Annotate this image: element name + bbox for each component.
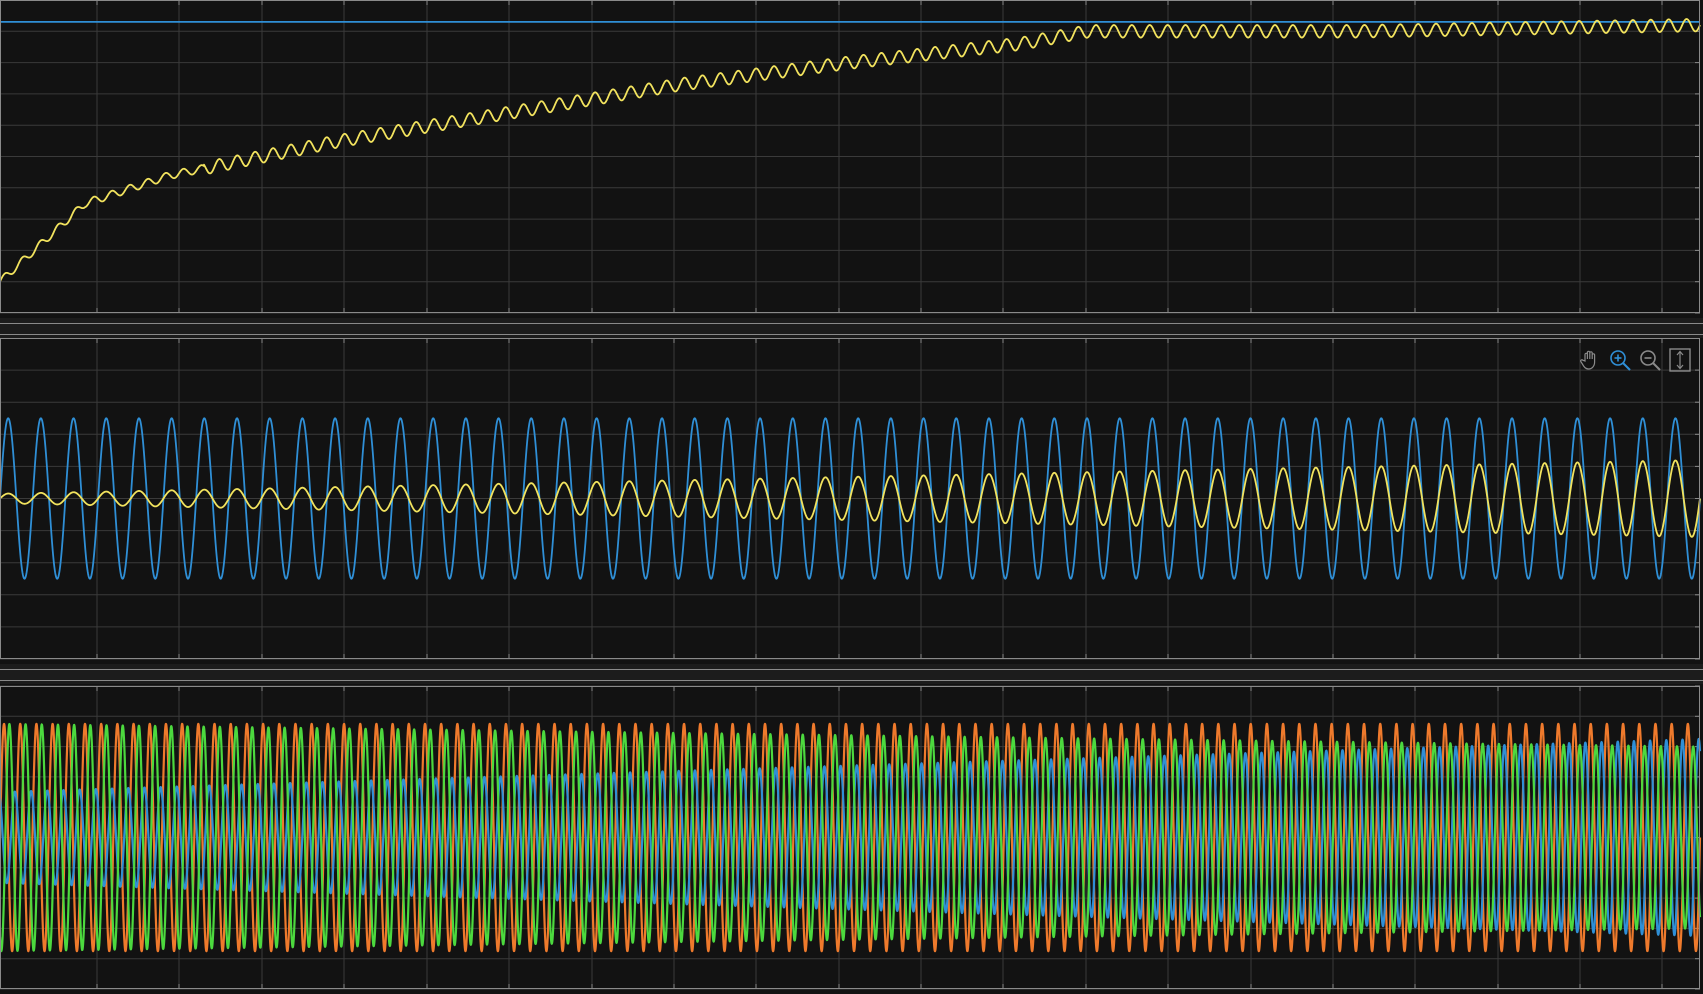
scope-plot-3 (0, 685, 1702, 990)
zoom-in-button[interactable] (1608, 347, 1632, 373)
separator-line-2a (0, 669, 1703, 670)
hand-icon (1580, 350, 1596, 370)
panel-separator-2 (0, 664, 1703, 684)
zoom-out-button[interactable] (1638, 347, 1662, 373)
separator-line-2b (0, 680, 1703, 681)
series-line-2 (0, 18, 1701, 283)
scope-panel-3[interactable] (0, 684, 1703, 994)
panel-separator-1 (0, 318, 1703, 338)
pan-button[interactable] (1578, 347, 1602, 373)
scope-panel-2[interactable] (0, 338, 1703, 664)
scope-plot-1 (0, 0, 1701, 314)
zoom-in-icon (1610, 350, 1631, 371)
autoscale-icon (1669, 348, 1691, 372)
grid (0, 0, 1700, 314)
scope-plot-2 (0, 338, 1701, 660)
autoscale-button[interactable] (1668, 347, 1692, 373)
separator-line-1a (0, 323, 1703, 324)
scope-panel-1[interactable] (0, 0, 1703, 318)
axes-toolbar (1578, 347, 1692, 373)
zoom-out-icon (1640, 350, 1661, 371)
separator-line-1b (0, 334, 1703, 335)
